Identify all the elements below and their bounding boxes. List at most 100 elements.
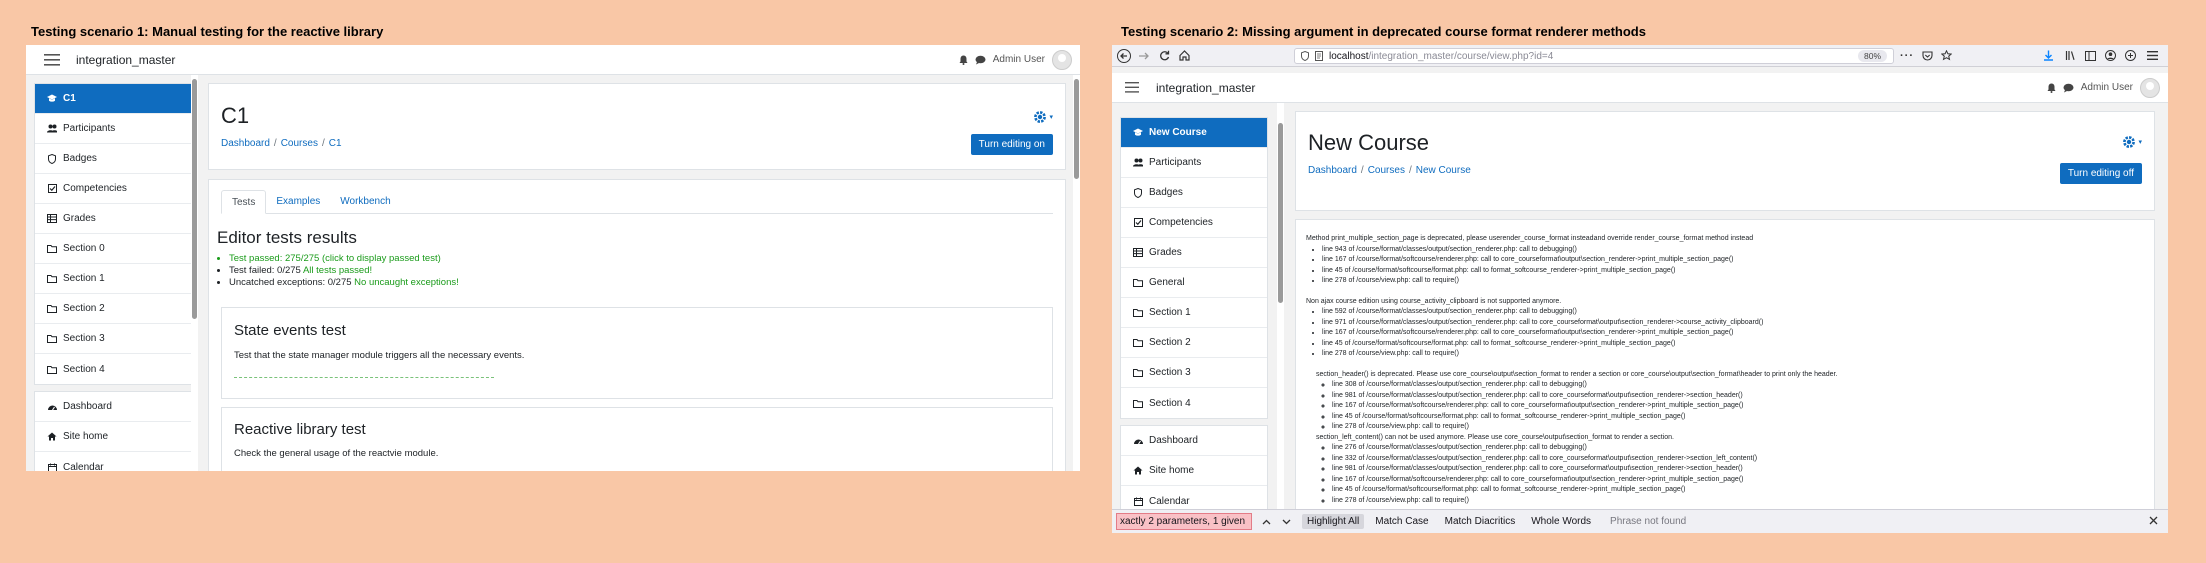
sidebar-item-label: Competencies bbox=[1149, 217, 1213, 228]
sidebar-item-label: Site home bbox=[63, 431, 109, 442]
account-button[interactable] bbox=[2100, 50, 2120, 61]
exceptions-line: Uncatched exceptions: 0/275 No uncaught … bbox=[229, 277, 459, 289]
sidebar-item-section-3[interactable]: Section 3 bbox=[1121, 358, 1267, 388]
sidebar-item-label: Section 1 bbox=[63, 273, 105, 284]
sidebar-item-badges[interactable]: Badges bbox=[1121, 178, 1267, 208]
sidebar-item-site-home[interactable]: Site home bbox=[1121, 456, 1267, 486]
find-previous-button[interactable] bbox=[1256, 519, 1276, 525]
avatar[interactable] bbox=[1052, 49, 1072, 70]
user-name[interactable]: Admin User bbox=[993, 54, 1045, 65]
page-actions-button[interactable]: ··· bbox=[1897, 50, 1917, 62]
page-title: New Course bbox=[1308, 130, 1430, 155]
zoom-indicator[interactable]: 80% bbox=[1857, 50, 1887, 62]
highlight-all-toggle[interactable]: Highlight All bbox=[1302, 514, 1365, 529]
sidebar-item-section-2[interactable]: Section 2 bbox=[1121, 328, 1267, 358]
course-menu[interactable]: ▾ bbox=[2122, 135, 2142, 149]
sidebar-item-label: New Course bbox=[1149, 127, 1207, 138]
drawer-site-group: Dashboard Site home Calendar bbox=[1120, 425, 1268, 517]
box-title: Reactive library test bbox=[234, 421, 366, 438]
reload-button[interactable] bbox=[1154, 50, 1174, 61]
sidebar-item-dashboard[interactable]: Dashboard bbox=[35, 392, 197, 422]
sidebar-item-section-3[interactable]: Section 3 bbox=[35, 324, 197, 354]
folder-icon bbox=[1133, 308, 1143, 317]
whole-words-toggle[interactable]: Whole Words bbox=[1526, 514, 1596, 529]
sidebar-item-section-1[interactable]: Section 1 bbox=[1121, 298, 1267, 328]
sidebar-item-c1[interactable]: C1 bbox=[35, 84, 197, 114]
page-header: C1 ▾ Dashboard / Courses / C1 Turn editing o… bbox=[208, 83, 1066, 170]
find-close-button[interactable] bbox=[2149, 516, 2158, 528]
bell-icon[interactable] bbox=[959, 55, 968, 65]
menu-toggle[interactable] bbox=[34, 53, 70, 66]
bell-icon[interactable] bbox=[2047, 83, 2056, 93]
sidebar-item-badges[interactable]: Badges bbox=[35, 144, 197, 174]
sidebar-item-competencies[interactable]: Competencies bbox=[35, 174, 197, 204]
sidebar-item-calendar[interactable]: Calendar bbox=[35, 452, 197, 471]
user-name[interactable]: Admin User bbox=[2081, 82, 2133, 93]
home-button[interactable] bbox=[1174, 50, 1194, 61]
tab-tests[interactable]: Tests bbox=[221, 190, 267, 214]
sidebar-item-grades[interactable]: Grades bbox=[1121, 238, 1267, 268]
url-bar[interactable]: localhost/integration_master/course/view… bbox=[1294, 48, 1894, 64]
find-input[interactable]: xactly 2 parameters, 1 given bbox=[1116, 513, 1252, 530]
shield-icon[interactable] bbox=[1301, 51, 1309, 61]
drawer-scrollbar[interactable] bbox=[191, 75, 198, 471]
message-icon[interactable] bbox=[2063, 83, 2074, 93]
folder-icon bbox=[47, 274, 57, 283]
breadcrumb-dashboard[interactable]: Dashboard bbox=[221, 138, 270, 149]
reload-icon bbox=[1159, 50, 1169, 61]
course-menu[interactable]: ▾ bbox=[1033, 110, 1053, 124]
sidebar-item-new-course[interactable]: New Course bbox=[1121, 118, 1267, 148]
match-case-toggle[interactable]: Match Case bbox=[1370, 514, 1433, 529]
sidebar-item-section-4[interactable]: Section 4 bbox=[35, 354, 197, 384]
drawer-course-group: C1 Participants Badges Competencies Grades Se… bbox=[34, 83, 198, 385]
sidebar-item-section-4[interactable]: Section 4 bbox=[1121, 388, 1267, 418]
debug-message: Method print_multiple_section_page is de… bbox=[1306, 235, 1754, 242]
sidebar-item-participants[interactable]: Participants bbox=[1121, 148, 1267, 178]
sidebar-item-grades[interactable]: Grades bbox=[35, 204, 197, 234]
breadcrumb-courses[interactable]: Courses bbox=[1368, 165, 1405, 176]
downloads-button[interactable] bbox=[2038, 50, 2058, 61]
sidebar-item-section-1[interactable]: Section 1 bbox=[35, 264, 197, 294]
sidebar-item-general[interactable]: General bbox=[1121, 268, 1267, 298]
tab-examples[interactable]: Examples bbox=[266, 190, 330, 213]
sidebar-item-section-2[interactable]: Section 2 bbox=[35, 294, 197, 324]
message-icon[interactable] bbox=[975, 55, 986, 65]
breadcrumb-dashboard[interactable]: Dashboard bbox=[1308, 165, 1357, 176]
site-name[interactable]: integration_master bbox=[1156, 81, 1255, 95]
sidebar-button[interactable] bbox=[2080, 50, 2100, 61]
page-scrollbar[interactable] bbox=[1073, 75, 1080, 471]
sidebar-item-site-home[interactable]: Site home bbox=[35, 422, 197, 452]
library-button[interactable] bbox=[2060, 50, 2080, 61]
sidebar-item-label: Section 3 bbox=[63, 333, 105, 344]
drawer-scrollbar[interactable] bbox=[1277, 103, 1284, 509]
turn-editing-button[interactable]: Turn editing on bbox=[970, 134, 1053, 155]
extensions-button[interactable] bbox=[2120, 50, 2140, 61]
passed-line[interactable]: Test passed: 275/275 (click to display p… bbox=[229, 253, 459, 265]
drawer-course-group: New Course Participants Badges Competencies… bbox=[1120, 117, 1268, 419]
sidebar-item-competencies[interactable]: Competencies bbox=[1121, 208, 1267, 238]
menu-toggle[interactable] bbox=[1114, 82, 1150, 93]
turn-editing-button[interactable]: Turn editing off bbox=[2059, 163, 2142, 184]
sidebar-item-section-0[interactable]: Section 0 bbox=[35, 234, 197, 264]
app-menu-button[interactable] bbox=[2142, 51, 2162, 60]
pocket-button[interactable] bbox=[1917, 50, 1937, 61]
back-button[interactable] bbox=[1114, 48, 1134, 63]
scenario2-screenshot: localhost/integration_master/course/view… bbox=[1112, 45, 2168, 533]
puzzle-icon bbox=[2124, 50, 2136, 61]
breadcrumb-course[interactable]: C1 bbox=[329, 138, 342, 149]
sidebar-item-dashboard[interactable]: Dashboard bbox=[1121, 426, 1267, 456]
avatar[interactable] bbox=[2140, 77, 2160, 98]
site-name[interactable]: integration_master bbox=[76, 53, 175, 67]
tab-workbench[interactable]: Workbench bbox=[330, 190, 400, 213]
chevron-up-icon bbox=[1262, 519, 1270, 524]
chevron-down-icon: ▾ bbox=[2138, 139, 2142, 146]
sidebar-item-participants[interactable]: Participants bbox=[35, 114, 197, 144]
find-bar: xactly 2 parameters, 1 given Highlight A… bbox=[1112, 509, 2168, 533]
page-info-icon[interactable] bbox=[1315, 51, 1323, 61]
match-diacritics-toggle[interactable]: Match Diacritics bbox=[1440, 514, 1521, 529]
forward-button[interactable] bbox=[1134, 51, 1154, 61]
find-next-button[interactable] bbox=[1276, 519, 1296, 525]
bookmark-button[interactable] bbox=[1936, 50, 1956, 61]
breadcrumb-courses[interactable]: Courses bbox=[281, 138, 318, 149]
breadcrumb-course[interactable]: New Course bbox=[1416, 165, 1471, 176]
